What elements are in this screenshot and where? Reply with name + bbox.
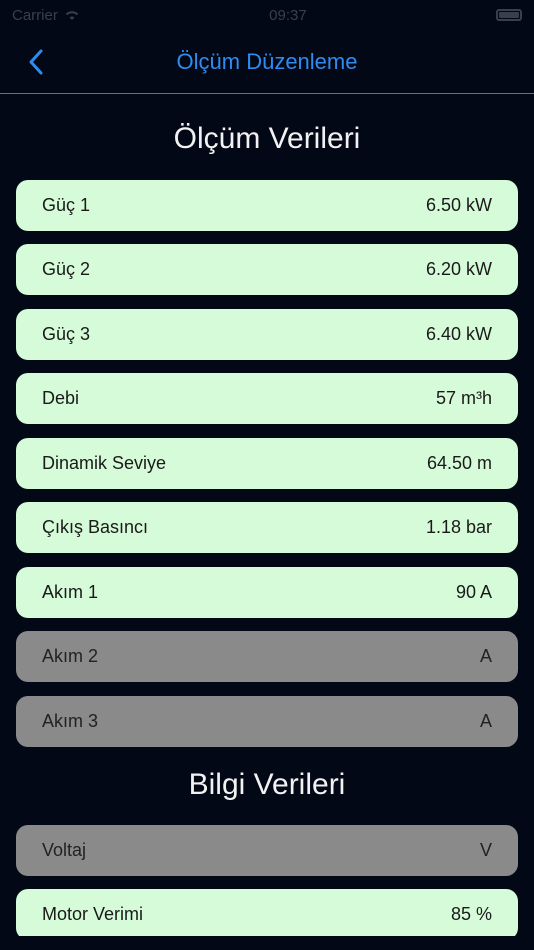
status-left: Carrier (12, 7, 80, 24)
row-label: Dinamik Seviye (42, 453, 167, 473)
info-row-motor-verimi[interactable]: Motor Verimi 85 % (16, 889, 518, 940)
measurement-row-akim-1[interactable]: Akım 1 90 A (16, 567, 518, 618)
navigation-bar: Ölçüm Düzenleme (0, 30, 534, 94)
measurement-row-cikis-basinci[interactable]: Çıkış Basıncı 1.18 bar (16, 502, 518, 553)
row-value: A (479, 711, 492, 731)
wifi-icon (65, 11, 79, 20)
bottom-clip (0, 936, 534, 950)
row-value: 57 m³h (435, 388, 492, 408)
row-value: 1.18 bar (425, 517, 492, 537)
carrier-label: Carrier (12, 6, 58, 24)
row-label: Voltaj (42, 840, 87, 860)
row-label: Çıkış Basıncı (42, 517, 149, 537)
row-value: 6.20 kW (425, 259, 492, 279)
row-value: V (479, 840, 492, 860)
row-label: Güç 1 (42, 195, 91, 215)
row-label: Akım 1 (42, 582, 99, 602)
status-bar: Carrier 09:37 (0, 0, 534, 30)
row-value: 6.40 kW (425, 324, 492, 344)
row-label: Güç 2 (42, 259, 91, 279)
row-value: 90 A (455, 582, 492, 602)
row-label: Motor Verimi (42, 904, 144, 924)
row-label: Güç 3 (42, 324, 91, 344)
measurement-row-dinamik-seviye[interactable]: Dinamik Seviye 64.50 m (16, 438, 518, 489)
measurement-row-guc-3[interactable]: Güç 3 6.40 kW (16, 309, 518, 360)
row-label: Akım 2 (42, 646, 99, 666)
row-label: Akım 3 (42, 711, 99, 731)
row-value: 6.50 kW (425, 195, 492, 215)
measurement-row-akim-3[interactable]: Akım 3 A (16, 696, 518, 747)
row-label: Debi (42, 388, 80, 408)
info-row-voltaj[interactable]: Voltaj V (16, 825, 518, 876)
measurement-row-guc-2[interactable]: Güç 2 6.20 kW (16, 244, 518, 295)
measurement-row-guc-1[interactable]: Güç 1 6.50 kW (16, 180, 518, 231)
measurement-row-debi[interactable]: Debi 57 m³h (16, 373, 518, 424)
row-value: 85 % (450, 904, 492, 924)
row-value: 64.50 m (426, 453, 492, 473)
measurement-row-akim-2[interactable]: Akım 2 A (16, 631, 518, 682)
chevron-left-icon (29, 49, 43, 75)
status-time: 09:37 (269, 6, 307, 24)
measurements-section-title: Ölçüm Verileri (173, 122, 361, 155)
info-section-title: Bilgi Verileri (188, 768, 346, 801)
row-value: A (479, 646, 492, 666)
back-button[interactable] (20, 46, 52, 78)
battery-icon (495, 9, 522, 21)
page-title: Ölçüm Düzenleme (176, 48, 358, 74)
